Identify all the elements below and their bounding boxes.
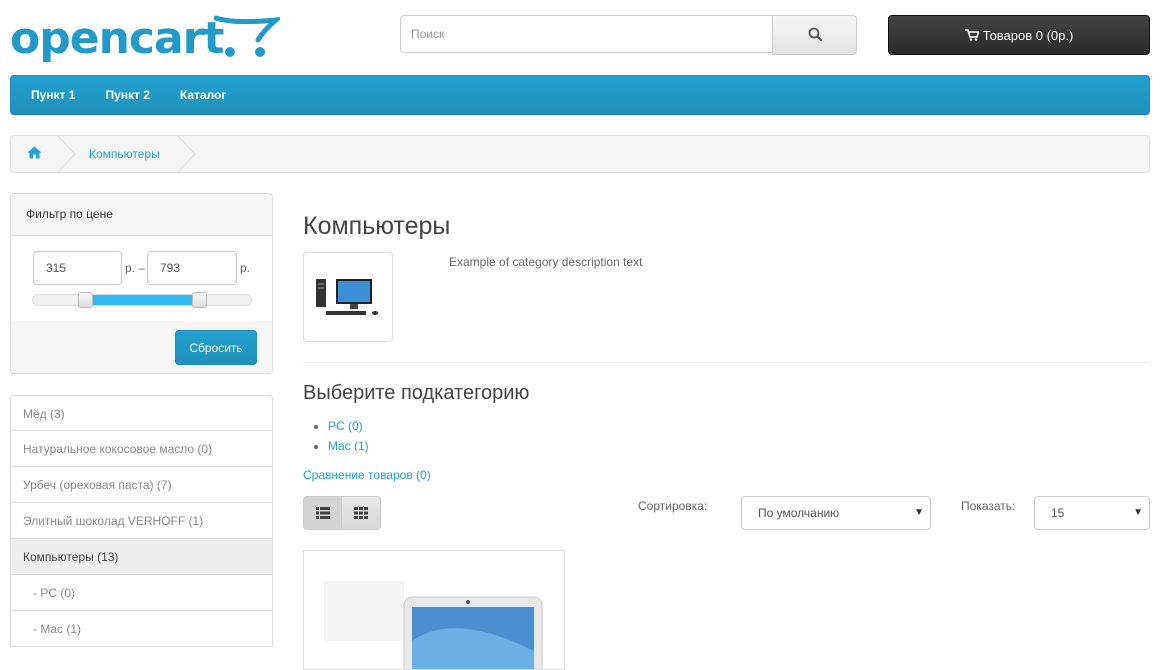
price-min-input[interactable]: 315: [33, 251, 122, 285]
product-card[interactable]: [303, 550, 565, 670]
category-description: Example of category description text: [449, 255, 643, 269]
subcategory-list: PC (0) Mac (1): [303, 416, 369, 456]
price-filter-title: Фильтр по цене: [11, 194, 272, 236]
dropdown-arrow-icon: ▼: [1133, 507, 1143, 518]
price-filter-body: 315 р. – 793 р.: [11, 236, 272, 321]
price-min-unit: р. –: [125, 261, 146, 275]
category-list: Мёд (3) Натуральное кокосовое масло (0) …: [10, 395, 273, 647]
divider: [303, 362, 1150, 363]
category-item-active[interactable]: Компьютеры (13): [10, 539, 273, 575]
product-compare-link[interactable]: Сравнение товаров (0): [303, 468, 431, 482]
home-icon: [27, 146, 42, 159]
grid-view-button[interactable]: [342, 496, 381, 530]
subcategory-title: Выберите подкатегорию: [303, 382, 530, 404]
limit-select-value: 15: [1051, 506, 1065, 520]
grid-icon: [354, 507, 368, 519]
cart-button[interactable]: Товаров 0 (0р.): [888, 15, 1150, 55]
limit-select[interactable]: 15 ▼: [1034, 496, 1150, 530]
shopping-cart-icon: [964, 29, 979, 41]
subcategory-list-item: PC (0): [328, 416, 369, 436]
category-image[interactable]: [303, 252, 393, 342]
breadcrumb-item-computers[interactable]: Компьютеры: [89, 147, 160, 161]
price-range-slider[interactable]: [32, 292, 252, 308]
category-item[interactable]: Мёд (3): [10, 395, 273, 431]
sort-select-value: По умолчанию: [758, 506, 840, 520]
subcategory-link-pc[interactable]: PC (0): [328, 419, 363, 433]
subcategory-item[interactable]: - PC (0): [10, 575, 273, 611]
category-item[interactable]: Элитный шоколад VERHOFF (1): [10, 503, 273, 539]
reset-button[interactable]: Сбросить: [175, 330, 257, 365]
menu-item-catalog[interactable]: Каталог: [180, 88, 227, 102]
cart-label: Товаров 0 (0р.): [982, 27, 1074, 43]
list-icon: [315, 507, 330, 519]
menu-item-punkt-2[interactable]: Пункт 2: [105, 88, 149, 102]
cart-logo-icon: [214, 15, 280, 57]
logo[interactable]: opencart: [10, 10, 280, 68]
search-input[interactable]: [400, 15, 772, 53]
price-max-input[interactable]: 793: [147, 251, 237, 285]
price-slider-handle-min[interactable]: [78, 292, 94, 308]
price-filter-panel: Фильтр по цене 315 р. – 793 р. Сбросить: [10, 193, 273, 374]
dropdown-arrow-icon: ▼: [914, 507, 924, 518]
breadcrumb-home[interactable]: [27, 146, 42, 162]
category-item[interactable]: Натуральное кокосовое масло (0): [10, 431, 273, 467]
price-max-unit: р.: [240, 261, 251, 275]
category-item[interactable]: Урбеч (ореховая паста) (7): [10, 467, 273, 503]
page-title: Компьютеры: [303, 212, 451, 240]
breadcrumb-separator: [176, 135, 196, 173]
sort-label: Сортировка:: [638, 499, 708, 513]
search-icon: [808, 27, 822, 41]
limit-label: Показать:: [961, 499, 1016, 513]
subcategory-item[interactable]: - Mac (1): [10, 611, 273, 647]
price-range-fill: [85, 295, 199, 305]
computer-image: [316, 279, 378, 315]
view-toggle: [303, 496, 382, 530]
price-slider-handle-max[interactable]: [191, 292, 207, 308]
subcategory-link-mac[interactable]: Mac (1): [328, 439, 369, 453]
sort-select[interactable]: По умолчанию ▼: [741, 496, 931, 530]
search-button[interactable]: [772, 15, 857, 55]
logo-text: opencart: [10, 13, 224, 64]
menu-item-punkt-1[interactable]: Пункт 1: [31, 88, 75, 102]
subcategory-list-item: Mac (1): [328, 436, 369, 456]
breadcrumb: Компьютеры: [10, 135, 1150, 173]
laptop-image: [324, 581, 543, 669]
search-bar: [400, 15, 857, 55]
list-view-button[interactable]: [303, 496, 342, 530]
breadcrumb-separator: [56, 135, 76, 173]
top-menu: Пункт 1 Пункт 2 Каталог: [10, 75, 1150, 115]
